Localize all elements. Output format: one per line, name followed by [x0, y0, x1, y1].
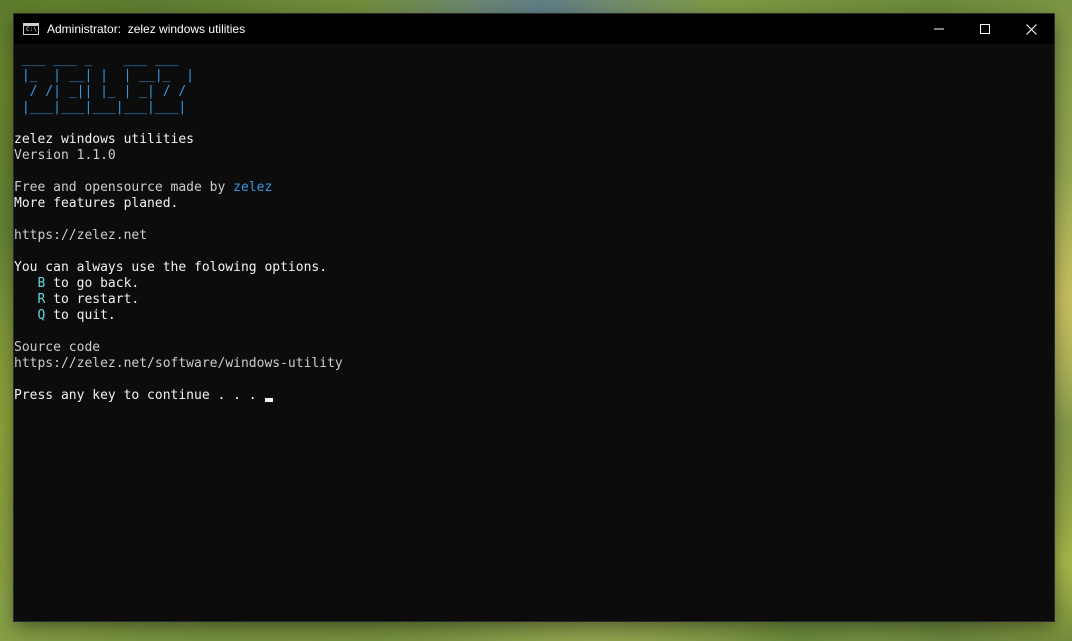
console-window[interactable]: C:\. Administrator: zelez windows utilit…: [14, 14, 1054, 621]
minimize-icon: [934, 28, 944, 30]
app-title: zelez windows utilities: [14, 132, 195, 147]
options-intro: You can always use the folowing options.: [14, 260, 328, 275]
credit-line: Free and opensource made by zelez: [14, 180, 1054, 196]
text-cursor: [265, 398, 274, 402]
ascii-logo-line: |_ | __| | | __|_ |: [14, 68, 195, 83]
close-icon: [1025, 23, 1037, 35]
prompt-text: Press any key to continue . . .: [14, 388, 265, 403]
credit-prefix: Free and opensource made by: [14, 180, 234, 195]
ascii-logo-line: ___ ___ _ ___ ___: [14, 52, 187, 67]
ascii-logo-line: / /| _|| |_ | _| / /: [14, 84, 195, 99]
features-text: More features planed.: [14, 196, 179, 211]
maximize-button[interactable]: [962, 14, 1008, 44]
option-text: to go back.: [45, 276, 140, 291]
option-text: to quit.: [45, 308, 116, 323]
maximize-icon: [980, 24, 990, 34]
ascii-logo-line: |___|___|___|___|___|: [14, 100, 187, 115]
option-back: B to go back.: [14, 276, 1054, 292]
window-controls: [916, 14, 1054, 44]
continue-prompt[interactable]: Press any key to continue . . .: [14, 388, 1054, 404]
version-text: Version 1.1.0: [14, 148, 116, 163]
cmd-icon[interactable]: C:\.: [23, 23, 41, 35]
window-title: Administrator: zelez windows utilities: [47, 22, 246, 36]
credit-author: zelez: [233, 180, 273, 195]
close-button[interactable]: [1008, 14, 1054, 44]
title-bar[interactable]: C:\. Administrator: zelez windows utilit…: [14, 14, 1054, 44]
minimize-button[interactable]: [916, 14, 962, 44]
option-quit: Q to quit.: [14, 308, 1054, 324]
option-text: to restart.: [45, 292, 140, 307]
website-link: https://zelez.net: [14, 228, 148, 243]
option-restart: R to restart.: [14, 292, 1054, 308]
source-label: Source code: [14, 340, 101, 355]
cmd-icon-glyph: C:\.: [26, 26, 41, 33]
source-url: https://zelez.net/software/windows-utili…: [14, 356, 343, 371]
console-output[interactable]: ___ ___ _ ___ ___ |_ | __| | | __|_ | / …: [14, 44, 1054, 621]
